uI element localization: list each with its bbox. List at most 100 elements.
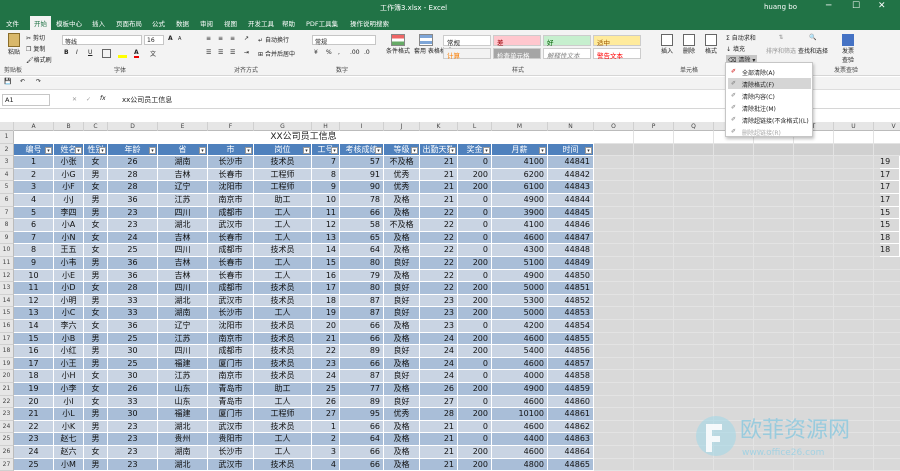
table-cell[interactable]: 女 (84, 231, 108, 245)
empty-cell[interactable] (674, 143, 714, 157)
filter-dropdown-icon[interactable]: ▾ (375, 146, 382, 154)
table-cell[interactable]: 23 (108, 206, 158, 220)
empty-cell[interactable] (674, 332, 714, 346)
table-cell[interactable]: 山东 (158, 395, 208, 409)
table-cell[interactable]: 不及格 (384, 219, 420, 232)
empty-cell[interactable] (794, 269, 834, 283)
table-cell[interactable]: 0 (458, 219, 492, 232)
empty-cell[interactable] (634, 383, 674, 396)
table-cell[interactable]: 28 (420, 408, 458, 421)
table-cell[interactable]: 工程师 (254, 168, 312, 182)
empty-cell[interactable] (594, 294, 634, 308)
table-cell[interactable]: 4600 (492, 332, 548, 346)
redo-icon[interactable]: ↷ (36, 78, 41, 85)
table-cell[interactable]: 80 (340, 282, 384, 295)
table-cell[interactable]: 女 (84, 244, 108, 257)
empty-cell[interactable] (834, 357, 874, 371)
table-cell[interactable]: 200 (458, 345, 492, 358)
fill-color-button[interactable] (118, 49, 127, 58)
empty-cell[interactable] (794, 320, 834, 333)
row-header[interactable]: 27 (0, 458, 14, 471)
empty-cell[interactable] (634, 143, 674, 157)
table-cell[interactable]: 66 (340, 446, 384, 459)
cut-button[interactable]: ✂ 剪切 (26, 33, 45, 42)
table-cell[interactable]: 4100 (492, 219, 548, 232)
table-cell[interactable]: 30 (108, 370, 158, 383)
table-cell[interactable]: 4300 (492, 244, 548, 257)
empty-cell[interactable] (794, 181, 834, 194)
table-cell[interactable]: 77 (340, 383, 384, 396)
format-painter-button[interactable]: 🖌格式刷 (26, 55, 52, 64)
format-as-table-button[interactable]: 套用 表格格式 (414, 34, 452, 55)
empty-cell[interactable] (834, 181, 874, 194)
copy-button[interactable]: ❐ 复制 (26, 44, 45, 53)
table-cell[interactable]: 87 (340, 370, 384, 383)
table-cell[interactable]: 男 (84, 168, 108, 182)
empty-cell[interactable] (594, 269, 634, 283)
empty-cell[interactable] (754, 320, 794, 333)
table-cell[interactable]: 女 (84, 446, 108, 459)
close-button[interactable]: ✕ (878, 1, 886, 11)
table-cell[interactable]: 9 (312, 181, 340, 194)
overflow-cell[interactable]: 18 (880, 231, 900, 245)
table-cell[interactable]: 0 (458, 320, 492, 333)
font-color-button[interactable]: A (134, 49, 139, 58)
table-cell[interactable]: 25 (312, 383, 340, 396)
table-cell[interactable]: 23 (108, 219, 158, 232)
row-header[interactable]: 12 (0, 269, 14, 283)
comma-button[interactable]: , (338, 49, 340, 56)
table-cell[interactable]: 小张 (54, 156, 84, 169)
empty-cell[interactable] (874, 332, 900, 346)
table-cell[interactable]: 及格 (384, 420, 420, 434)
empty-cell[interactable] (874, 143, 900, 157)
tab-formulas[interactable]: 公式 (152, 18, 165, 28)
empty-cell[interactable] (794, 282, 834, 295)
empty-cell[interactable] (874, 131, 900, 144)
overflow-cell[interactable]: 17 (880, 181, 900, 194)
table-cell[interactable]: 36 (108, 269, 158, 283)
table-cell[interactable]: 14 (14, 320, 54, 333)
table-cell[interactable]: 4 (14, 194, 54, 207)
row-header[interactable]: 5 (0, 181, 14, 194)
table-cell[interactable]: 小韦 (54, 257, 84, 270)
table-cell[interactable]: 吉林 (158, 269, 208, 283)
empty-cell[interactable] (754, 219, 794, 232)
shrink-font-button[interactable]: A (178, 36, 181, 42)
sort-filter-button[interactable]: ⇅ 排序和筛选 (766, 34, 796, 55)
table-cell[interactable]: 3900 (492, 206, 548, 220)
table-cell[interactable]: 5000 (492, 307, 548, 320)
filter-dropdown-icon[interactable]: ▾ (75, 146, 82, 154)
table-cell[interactable]: 57 (340, 156, 384, 169)
table-cell[interactable]: 21 (14, 408, 54, 421)
table-cell[interactable]: 44855 (548, 332, 594, 346)
filter-dropdown-icon[interactable]: ▾ (331, 146, 338, 154)
table-cell[interactable]: 沈阳市 (208, 320, 254, 333)
grow-font-button[interactable]: A (168, 35, 173, 42)
table-cell[interactable]: 22 (420, 206, 458, 220)
table-cell[interactable]: 男 (84, 294, 108, 308)
table-cell[interactable]: 24 (420, 345, 458, 358)
row-header[interactable]: 2 (0, 143, 14, 157)
empty-cell[interactable] (674, 395, 714, 409)
column-header-v[interactable]: V (874, 122, 900, 131)
table-cell[interactable]: 工程师 (254, 181, 312, 194)
table-cell[interactable]: 87 (340, 294, 384, 308)
table-cell[interactable]: 及格 (384, 320, 420, 333)
empty-cell[interactable] (714, 320, 754, 333)
overflow-cell[interactable]: 18 (880, 244, 900, 257)
empty-cell[interactable] (834, 194, 874, 207)
table-cell[interactable]: 武汉市 (208, 219, 254, 232)
table-cell[interactable]: 长春市 (208, 168, 254, 182)
table-cell[interactable]: 吉林 (158, 168, 208, 182)
table-cell[interactable]: 24 (420, 332, 458, 346)
table-cell[interactable]: 58 (340, 219, 384, 232)
empty-cell[interactable] (834, 383, 874, 396)
table-cell[interactable]: 工程师 (254, 408, 312, 421)
column-header-u[interactable]: U (834, 122, 874, 131)
table-cell[interactable]: 4600 (492, 446, 548, 459)
empty-cell[interactable] (754, 395, 794, 409)
table-cell[interactable]: 21 (420, 458, 458, 471)
table-cell[interactable]: 1 (312, 420, 340, 434)
table-cell[interactable]: 成都市 (208, 345, 254, 358)
column-header-j[interactable]: J (384, 122, 420, 131)
